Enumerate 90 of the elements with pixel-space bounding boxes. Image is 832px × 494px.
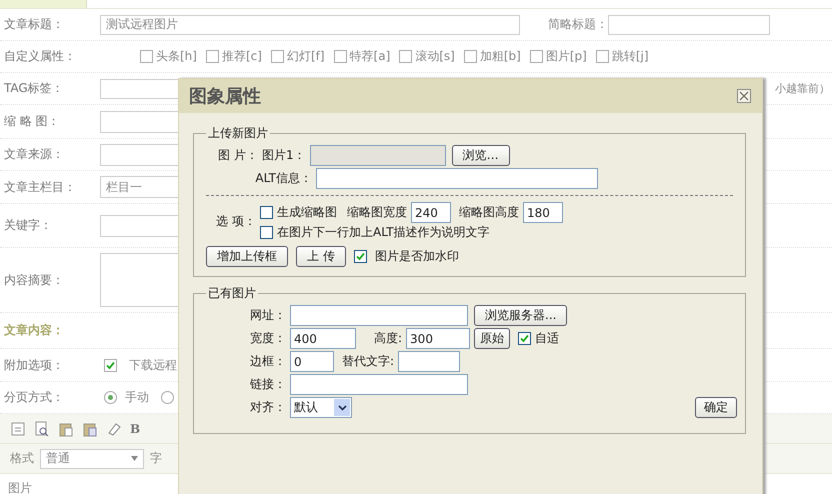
field-label: 高度: <box>374 330 402 347</box>
field-label: 对齐： <box>249 399 286 416</box>
radio-button[interactable] <box>104 391 117 404</box>
close-button[interactable] <box>737 89 751 103</box>
height-field[interactable]: 180 <box>523 202 563 223</box>
alt-field[interactable] <box>316 168 598 189</box>
checkbox[interactable] <box>464 50 477 63</box>
field-label: 替代文字: <box>342 353 394 370</box>
field-label: 选 项： <box>215 212 256 230</box>
field-label: 文章来源： <box>4 146 65 163</box>
dialog-title: 图象属性 <box>189 85 261 108</box>
field-label: 自定义属性： <box>4 48 77 65</box>
radio-button[interactable] <box>161 391 174 404</box>
width-field[interactable]: 240 <box>411 202 451 223</box>
hint-text: 小越靠前） <box>775 81 830 96</box>
checkbox[interactable] <box>104 358 117 372</box>
field-label: ALT信息： <box>254 170 312 187</box>
group-title: 上传新图片 <box>207 125 269 142</box>
field-label: 关键字： <box>4 217 53 234</box>
checkbox-label: 头条[h] <box>156 48 197 65</box>
radio-label: 手动 <box>125 389 149 406</box>
checkbox[interactable] <box>354 250 367 263</box>
checkbox[interactable] <box>140 50 153 63</box>
ok-button[interactable]: 确定 <box>695 397 737 418</box>
height-field[interactable]: 300 <box>406 328 470 349</box>
checkbox[interactable] <box>530 50 543 63</box>
alt-text-field[interactable] <box>398 351 460 372</box>
original-size-button[interactable]: 原始 <box>474 328 510 349</box>
width-field[interactable]: 400 <box>290 328 356 349</box>
field-label: 图片1： <box>262 147 306 164</box>
chevron-down-icon[interactable] <box>338 404 346 410</box>
field-label: 宽度： <box>249 330 286 347</box>
document-icon[interactable] <box>10 420 26 436</box>
border-field[interactable]: 0 <box>290 351 334 372</box>
field-label: 分页方式： <box>4 389 65 406</box>
checkbox[interactable] <box>260 206 273 219</box>
checkbox[interactable] <box>518 332 532 345</box>
checkbox-label: 生成缩略图 <box>277 204 337 221</box>
field-label: 文章主栏目： <box>4 178 77 196</box>
field-label: 图 片： <box>217 147 258 164</box>
checkbox-label: 特荐[a] <box>350 48 390 65</box>
field-label: TAG标签： <box>4 80 65 97</box>
search-icon[interactable] <box>34 420 50 436</box>
field-label: 内容摘要： <box>4 272 65 288</box>
checkbox-label: 图片[p] <box>546 48 587 65</box>
field-label: 链接： <box>249 376 286 393</box>
format-dropdown[interactable]: 普通 <box>40 448 144 468</box>
align-dropdown[interactable]: 默认 <box>290 397 352 418</box>
title-field[interactable]: 测试远程图片 <box>100 14 520 34</box>
clipboard-icon[interactable] <box>58 420 74 436</box>
link-field[interactable] <box>290 374 468 395</box>
clipboard-icon[interactable] <box>82 420 98 436</box>
field-label: 文章标题： <box>4 16 65 33</box>
checkbox-label: 在图片下一行加上ALT描述作为说明文字 <box>277 224 490 241</box>
eraser-icon[interactable] <box>106 420 122 436</box>
checkbox[interactable] <box>270 50 284 63</box>
checkbox[interactable] <box>206 50 219 63</box>
upload-button[interactable]: 上 传 <box>296 246 346 267</box>
checkbox-label: 滚动[s] <box>415 48 455 65</box>
group-title: 已有图片 <box>207 285 257 302</box>
checkbox-label: 自适 <box>535 330 560 347</box>
checkbox-label: 加粗[b] <box>480 48 521 65</box>
field-label: 字 <box>150 450 162 467</box>
checkbox[interactable] <box>596 50 609 63</box>
checkbox-label: 推荐[c] <box>222 48 262 65</box>
section-heading: 文章内容： <box>4 322 64 339</box>
field-label: 简略标题： <box>548 16 602 33</box>
caret-icon <box>131 456 138 461</box>
checkbox[interactable] <box>399 50 412 63</box>
checkbox[interactable] <box>260 226 273 239</box>
checkbox-label: 跳转[j] <box>612 48 649 65</box>
browse-server-button[interactable]: 浏览服务器... <box>474 305 568 326</box>
bold-button[interactable]: B <box>130 422 140 436</box>
checkbox-label: 下载远程 <box>129 356 177 374</box>
field-label: 图片 <box>8 480 32 494</box>
add-upload-button[interactable]: 增加上传框 <box>206 246 288 267</box>
browse-button[interactable]: 浏览… <box>452 145 510 166</box>
checkbox[interactable] <box>334 50 347 63</box>
short-title-field[interactable] <box>608 14 770 34</box>
field-label: 缩 略 图： <box>4 113 61 130</box>
checkbox-label: 图片是否加水印 <box>374 248 459 265</box>
file-field[interactable] <box>310 145 446 166</box>
field-label: 缩略图宽度 <box>347 204 407 221</box>
field-label: 附加选项： <box>4 356 65 374</box>
checkbox-label: 幻灯[f] <box>286 48 325 65</box>
field-label: 网址： <box>249 307 286 324</box>
field-label: 边框： <box>249 353 286 370</box>
field-label: 格式 <box>10 450 34 467</box>
url-field[interactable] <box>290 305 468 326</box>
field-label: 缩略图高度 <box>459 204 519 221</box>
